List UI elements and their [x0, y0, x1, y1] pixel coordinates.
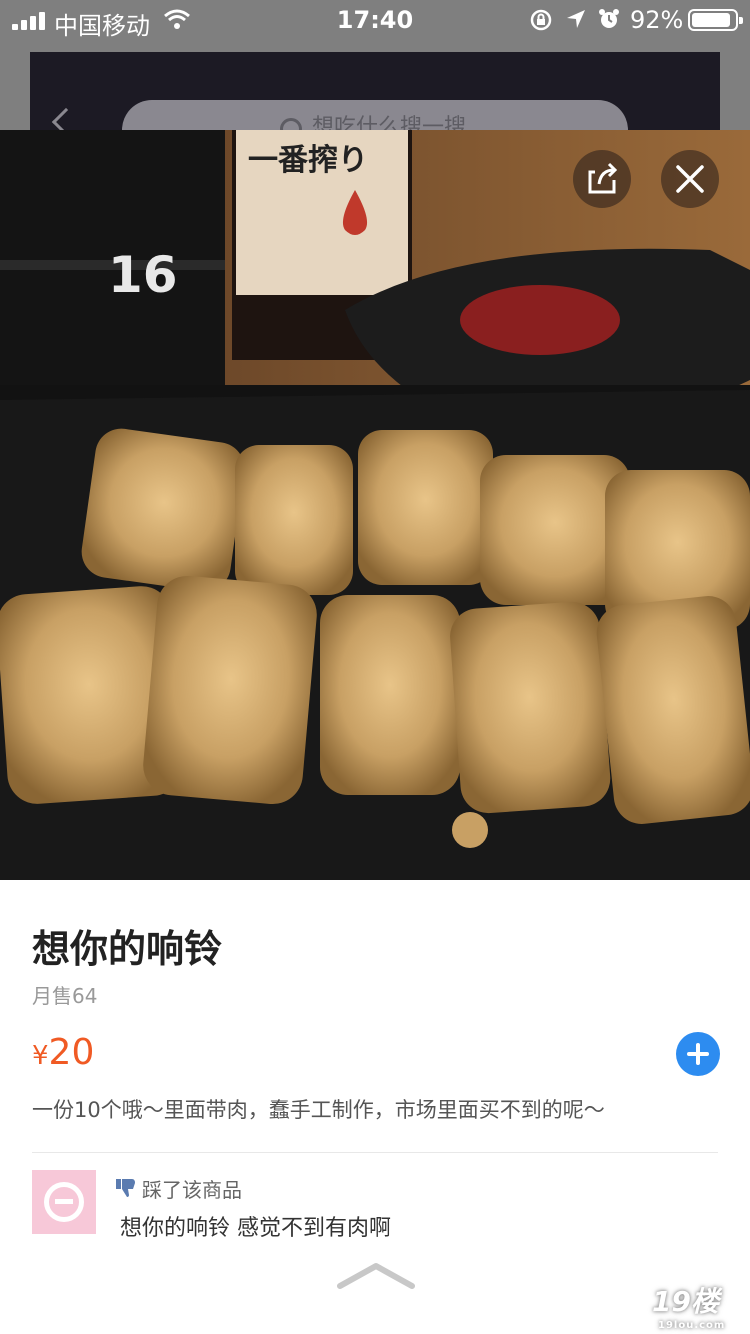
product-photo: 16 一番搾り: [0, 130, 750, 880]
monthly-sales: 月售64: [32, 984, 98, 1008]
alarm-icon: [599, 9, 619, 28]
battery-percent: 92%: [630, 6, 684, 34]
add-to-cart-button[interactable]: [676, 1032, 720, 1076]
price-value: 20: [48, 1032, 95, 1073]
watermark-sub: 19lou.com: [658, 1320, 726, 1331]
avatar: [32, 1170, 96, 1234]
divider: [32, 1152, 718, 1153]
rotation-lock-icon: [530, 9, 552, 31]
product-title: 想你的响铃: [32, 927, 223, 971]
share-button[interactable]: [573, 150, 631, 208]
screen: 中国移动 17:40 92% 想吃什么搜一搜 •••: [0, 0, 750, 1334]
review-action: 踩了该商品: [142, 1178, 242, 1202]
food-image: 16 一番搾り: [0, 130, 750, 880]
svg-text:16: 16: [108, 246, 178, 304]
chevron-up-icon[interactable]: [336, 1260, 416, 1290]
watermark-logo: 19楼 19lou.com: [652, 1280, 725, 1331]
avatar-logo: [44, 1182, 84, 1222]
review-item: 踩了该商品 想你的响铃 感觉不到有肉啊: [32, 1170, 718, 1241]
close-icon: [676, 165, 704, 193]
price: ¥20: [32, 1032, 94, 1073]
currency-symbol: ¥: [32, 1041, 49, 1071]
share-icon: [588, 162, 618, 194]
status-bar: 中国移动 17:40 92%: [0, 0, 750, 40]
location-icon: [567, 10, 585, 28]
review-text: 想你的响铃 感觉不到有肉啊: [120, 1216, 391, 1241]
close-button[interactable]: [661, 150, 719, 208]
battery-icon: [688, 9, 743, 31]
svg-text:一番搾り: 一番搾り: [248, 143, 368, 178]
thumbs-down-icon: [116, 1179, 135, 1197]
product-detail-card: 想你的响铃 月售64 ¥20 一份10个哦～里面带肉，蠢手工制作，市场里面买不到…: [0, 880, 750, 1334]
product-description: 一份10个哦～里面带肉，蠢手工制作，市场里面买不到的呢～: [32, 1098, 605, 1122]
watermark-main: 19楼: [652, 1285, 719, 1318]
